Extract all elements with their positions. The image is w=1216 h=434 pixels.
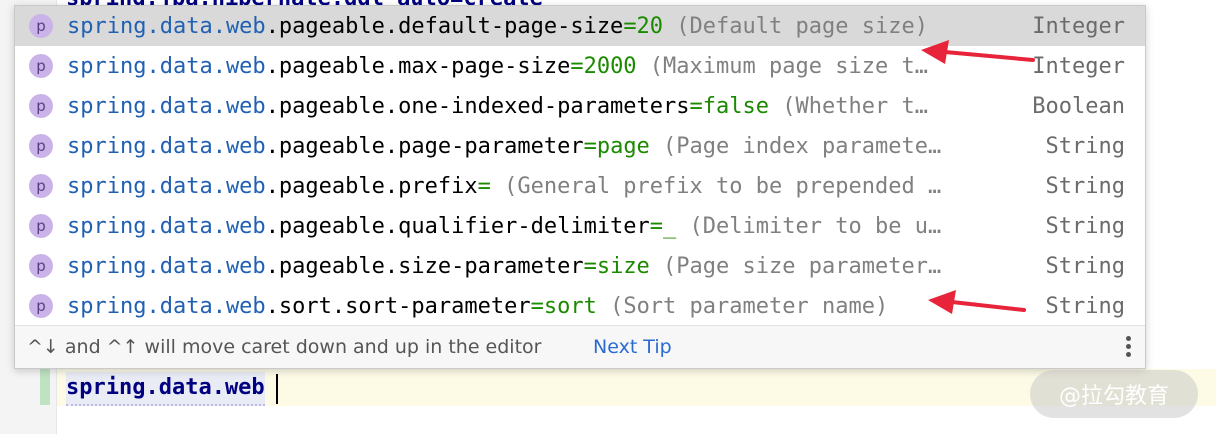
change-marker xyxy=(40,369,50,405)
completion-item[interactable]: p spring.data.web.pageable.page-parameter… xyxy=(15,126,1145,166)
completion-text: spring.data.web.sort.sort-parameter=sort… xyxy=(67,294,997,319)
matched-prefix: spring.data.web xyxy=(67,133,266,159)
completion-text: spring.data.web.pageable.qualifier-delim… xyxy=(67,214,997,239)
completion-item[interactable]: p spring.data.web.pageable.one-indexed-pa… xyxy=(15,86,1145,126)
property-description: (Maximum page size t… xyxy=(636,53,928,79)
property-name: .pageable.default-page-size xyxy=(265,13,624,39)
completion-text: spring.data.web.pageable.page-parameter=… xyxy=(67,134,997,159)
property-type: String xyxy=(1045,173,1125,199)
watermark: @拉勾教育 xyxy=(1030,370,1198,418)
text-caret xyxy=(276,374,278,404)
property-type: String xyxy=(1045,293,1125,319)
property-type: Boolean xyxy=(1032,93,1125,119)
matched-prefix: spring.data.web xyxy=(67,13,266,39)
footer-hint: ^↓ and ^↑ will move caret down and up in… xyxy=(27,336,542,358)
property-icon: p xyxy=(29,54,53,78)
next-tip-link[interactable]: Next Tip xyxy=(593,336,672,358)
property-description: (Default page size) xyxy=(663,13,928,39)
popup-footer: ^↓ and ^↑ will move caret down and up in… xyxy=(15,325,1145,368)
property-icon: p xyxy=(29,294,53,318)
completion-item[interactable]: p spring.data.web.pageable.qualifier-deli… xyxy=(15,206,1145,246)
property-name: .pageable.size-parameter xyxy=(265,253,584,279)
completion-text: spring.data.web.pageable.max-page-size=2… xyxy=(67,54,997,79)
property-description: (Page index paramete… xyxy=(649,133,942,159)
default-value: = xyxy=(477,173,491,199)
property-type: String xyxy=(1045,133,1125,159)
matched-prefix: spring.data.web xyxy=(67,93,266,119)
property-name: .pageable.page-parameter xyxy=(265,133,584,159)
default-value: =page xyxy=(583,133,650,159)
property-type: String xyxy=(1045,213,1125,239)
property-icon: p xyxy=(29,134,53,158)
default-value: =size xyxy=(583,253,650,279)
more-vertical-icon[interactable] xyxy=(1125,336,1131,360)
matched-prefix: spring.data.web xyxy=(67,53,266,79)
property-description: (Page size parameter… xyxy=(649,253,942,279)
property-icon: p xyxy=(29,94,53,118)
property-icon: p xyxy=(29,254,53,278)
property-name: .sort.sort-parameter xyxy=(265,293,531,319)
property-name: .pageable.qualifier-delimiter xyxy=(265,213,650,239)
completion-text: spring.data.web.pageable.one-indexed-par… xyxy=(67,94,997,119)
annotation-arrow-icon xyxy=(928,290,1026,314)
default-value: =false xyxy=(689,93,770,119)
default-value: =2000 xyxy=(570,53,637,79)
property-description: (Delimiter to be u… xyxy=(676,213,942,239)
property-name: .pageable.one-indexed-parameters xyxy=(265,93,690,119)
default-value: =20 xyxy=(623,13,664,39)
property-type: Integer xyxy=(1032,13,1125,39)
matched-prefix: spring.data.web xyxy=(67,173,266,199)
property-icon: p xyxy=(29,174,53,198)
matched-prefix: spring.data.web xyxy=(67,293,266,319)
property-description: (Sort parameter name) xyxy=(596,293,889,319)
property-type: String xyxy=(1045,253,1125,279)
property-description: (General prefix to be prepended … xyxy=(490,173,942,199)
property-icon: p xyxy=(29,214,53,238)
completion-item[interactable]: p spring.data.web.pageable.prefix= (Gener… xyxy=(15,166,1145,206)
property-name: .pageable.prefix xyxy=(265,173,478,199)
code-line-typed[interactable]: spring.data.web xyxy=(66,372,265,406)
annotation-arrow-icon xyxy=(921,40,1035,64)
matched-prefix: spring.data.web xyxy=(67,253,266,279)
completion-text: spring.data.web.pageable.prefix= (Genera… xyxy=(67,174,997,199)
property-type: Integer xyxy=(1032,53,1125,79)
property-icon: p xyxy=(29,14,53,38)
property-description: (Whether t… xyxy=(769,93,928,119)
property-name: .pageable.max-page-size xyxy=(265,53,571,79)
completion-item[interactable]: p spring.data.web.pageable.size-parameter… xyxy=(15,246,1145,286)
default-value: =sort xyxy=(530,293,597,319)
completion-text: spring.data.web.pageable.default-page-si… xyxy=(67,14,997,39)
default-value: =_ xyxy=(649,213,677,239)
matched-prefix: spring.data.web xyxy=(67,213,266,239)
completion-text: spring.data.web.pageable.size-parameter=… xyxy=(67,254,997,279)
